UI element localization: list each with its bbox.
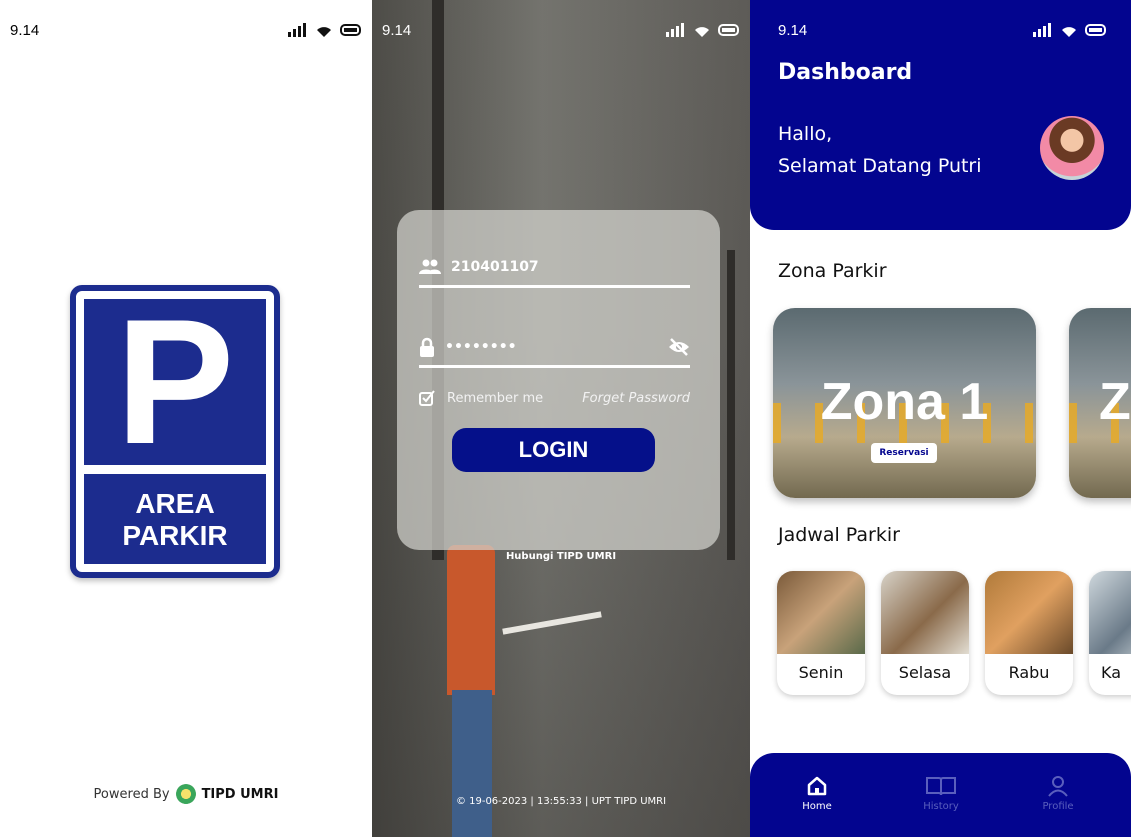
- status-bar: 9.14: [778, 18, 1107, 42]
- day-card[interactable]: Ka: [1089, 571, 1131, 695]
- utility-pole: [727, 250, 735, 560]
- home-icon: [807, 776, 827, 796]
- zone-name: Z: [1099, 373, 1131, 431]
- eye-off-icon[interactable]: [668, 337, 690, 356]
- wifi-icon: [317, 26, 331, 37]
- zone-name: Zona 1: [820, 373, 989, 431]
- splash-screen: 9.14 P AREA PARKIR Powered By TIPD UMRI: [0, 0, 372, 837]
- user-icon: [1048, 776, 1068, 797]
- forget-password-link[interactable]: Forget Password: [582, 391, 690, 406]
- person-figure-legs: [452, 690, 492, 837]
- login-card: 210401107 •••••••• Remember me Forget Pa…: [397, 210, 720, 550]
- powered-by: Powered By TIPD UMRI: [0, 784, 372, 804]
- battery-icon: [1085, 24, 1106, 36]
- powered-label: Powered By: [93, 786, 170, 802]
- person-figure: [447, 545, 495, 695]
- nav-label: History: [923, 801, 959, 812]
- book-icon: [926, 777, 956, 796]
- signal-icon: [1033, 23, 1051, 37]
- greeting: Hallo, Selamat Datang Putri: [778, 118, 982, 182]
- contact-link[interactable]: Hubungi TIPD UMRI: [372, 551, 750, 562]
- dashboard-header: 9.14 Dashboard Hallo, Selamat Datang Put…: [750, 0, 1131, 230]
- day-photo: [1089, 571, 1131, 654]
- nav-label: Profile: [1042, 801, 1074, 812]
- brand-name: TIPD UMRI: [201, 786, 279, 802]
- nav-item-history[interactable]: History: [901, 775, 981, 812]
- day-label: Ka: [1101, 663, 1122, 682]
- battery-icon: [718, 24, 739, 36]
- status-time: 9.14: [778, 21, 808, 39]
- remember-label: Remember me: [447, 390, 544, 406]
- status-bar: 9.14: [10, 18, 362, 42]
- page-title: Dashboard: [778, 60, 913, 85]
- lock-icon: [420, 337, 434, 357]
- username-field[interactable]: 210401107: [419, 248, 690, 288]
- login-footer: © 19-06-2023 | 13:55:33 | UPT TIPD UMRI: [455, 796, 667, 807]
- nav-label: Home: [802, 801, 832, 812]
- signal-icon: [288, 23, 306, 37]
- day-card[interactable]: Selasa: [881, 571, 969, 695]
- password-field[interactable]: ••••••••: [419, 328, 690, 368]
- zone-card[interactable]: Zona 1 Reservasi: [773, 308, 1036, 498]
- day-card[interactable]: Senin: [777, 571, 865, 695]
- dashboard-screen: 9.14 Dashboard Hallo, Selamat Datang Put…: [750, 0, 1131, 837]
- day-label: Senin: [798, 663, 844, 682]
- status-time: 9.14: [10, 21, 40, 39]
- wifi-icon: [695, 26, 709, 37]
- status-time: 9.14: [382, 21, 412, 39]
- status-icons: [288, 23, 362, 38]
- remember-row: Remember me Forget Password: [419, 390, 690, 406]
- day-photo: [881, 571, 969, 654]
- day-photo: [985, 571, 1073, 654]
- jadwal-parkir-heading: Jadwal Parkir: [778, 524, 900, 546]
- sign-text-parkir: PARKIR: [122, 520, 228, 551]
- checkbox-icon[interactable]: [419, 390, 435, 406]
- nav-item-home[interactable]: Home: [777, 775, 857, 812]
- wifi-icon: [1062, 26, 1076, 37]
- parking-p-letter: P: [115, 282, 235, 481]
- day-photo: [777, 571, 865, 654]
- umri-logo-icon: [175, 784, 196, 804]
- username-value: 210401107: [451, 258, 539, 275]
- users-icon: [419, 259, 441, 274]
- status-bar: 9.14: [382, 18, 740, 42]
- password-value: ••••••••: [445, 338, 517, 355]
- reservasi-button[interactable]: Reservasi: [871, 443, 937, 463]
- zona-parkir-heading: Zona Parkir: [778, 260, 887, 282]
- day-card[interactable]: Rabu: [985, 571, 1073, 695]
- day-label: Selasa: [898, 663, 952, 682]
- greeting-line2: Selamat Datang Putri: [778, 155, 982, 177]
- bottom-nav: Home History Profile: [750, 753, 1131, 837]
- status-icons: [1033, 23, 1107, 38]
- status-icons: [666, 23, 740, 38]
- battery-icon: [340, 24, 361, 36]
- avatar[interactable]: [1040, 116, 1104, 180]
- nav-item-profile[interactable]: Profile: [1018, 775, 1098, 812]
- zone-card[interactable]: Z: [1069, 308, 1131, 498]
- sign-text-area: AREA: [135, 488, 215, 519]
- greeting-line1: Hallo,: [778, 123, 833, 145]
- login-screen: 9.14 210401107 •••••••• Remember me Forg…: [372, 0, 750, 837]
- signal-icon: [666, 23, 684, 37]
- parking-logo: P AREA PARKIR: [70, 285, 280, 578]
- day-label: Rabu: [1008, 663, 1050, 682]
- login-button[interactable]: LOGIN: [452, 428, 655, 472]
